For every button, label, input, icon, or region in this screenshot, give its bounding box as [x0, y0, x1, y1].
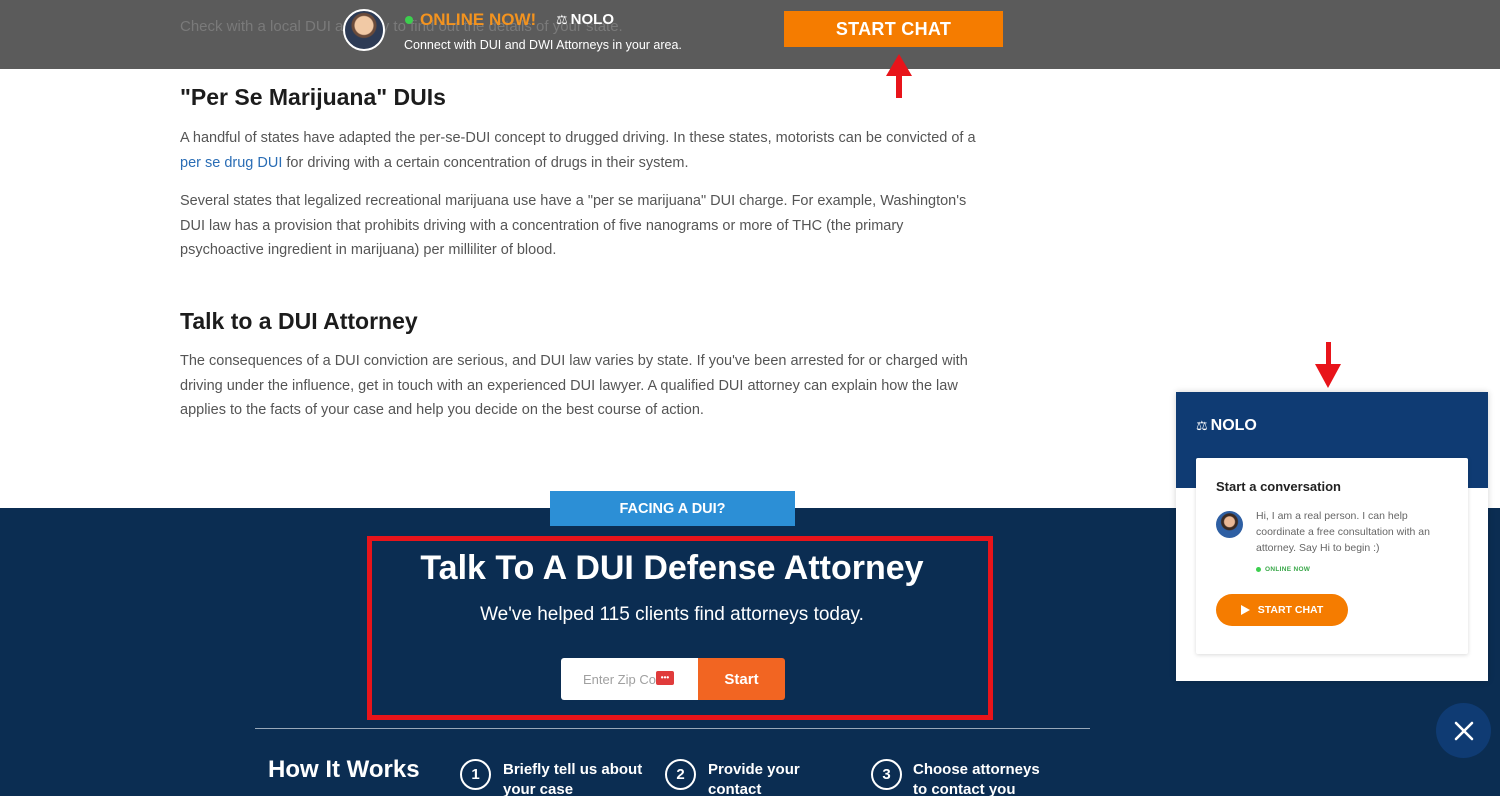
- agent-avatar-icon: [1216, 511, 1243, 538]
- step-text-3: Choose attorneys to contact you: [913, 761, 1040, 796]
- agent-message: Hi, I am a real person. I can help coord…: [1256, 510, 1430, 554]
- cta-subtitle: We've helped 115 clients find attorneys …: [480, 604, 864, 625]
- section-heading-per-se-marijuana: "Per Se Marijuana" DUIs: [180, 84, 446, 110]
- close-chat-button[interactable]: [1436, 703, 1491, 758]
- paragraph-washington-law: Several states that legalized recreation…: [180, 193, 967, 258]
- cta-title: Talk To A DUI Defense Attorney: [420, 549, 924, 587]
- chat-nolo-logo: ⚖ NOLO: [1196, 417, 1257, 435]
- chat-widget: ⚖ NOLO Start a conversation Hi, I am a re…: [1176, 392, 1488, 681]
- section-heading-talk-to-attorney: Talk to a DUI Attorney: [180, 308, 418, 334]
- section-divider: [255, 728, 1090, 729]
- nolo-brand-text: NOLO: [570, 11, 614, 28]
- zip-code-input[interactable]: [561, 658, 698, 700]
- step-number-3: 3: [871, 759, 902, 790]
- chat-conversation-card: Start a conversation Hi, I am a real per…: [1196, 458, 1468, 654]
- autofill-badge-icon: •••: [656, 671, 674, 685]
- paragraph-text: A handful of states have adapted the per…: [180, 130, 976, 146]
- start-chat-button[interactable]: START CHAT: [784, 11, 1003, 47]
- arrow-down-annotation-shaft: [1326, 342, 1331, 366]
- agent-online-status: ONLINE NOW: [1256, 566, 1310, 573]
- attorney-avatar-icon: [343, 9, 385, 51]
- send-icon: [1240, 605, 1250, 615]
- chat-card-title: Start a conversation: [1216, 479, 1341, 494]
- paragraph-per-se-intro: A handful of states have adapted the per…: [180, 126, 980, 175]
- close-icon: [1454, 721, 1473, 740]
- sticky-chat-bar: Check with a local DUI attorney to find …: [0, 0, 1500, 69]
- scale-icon: ⚖: [1196, 418, 1208, 433]
- arrow-up-annotation-icon: [886, 54, 912, 76]
- step-text-2: Provide your contact: [708, 761, 800, 796]
- step-text-1: Briefly tell us about your case: [503, 761, 643, 796]
- connect-tagline: Connect with DUI and DWI Attorneys in yo…: [404, 38, 682, 52]
- scale-icon: ⚖: [556, 12, 568, 27]
- arrow-up-annotation-shaft: [896, 74, 902, 98]
- paragraph-text: for driving with a certain concentration…: [282, 154, 689, 171]
- widget-start-chat-label: START CHAT: [1257, 604, 1324, 616]
- widget-start-chat-button[interactable]: START CHAT: [1216, 594, 1348, 626]
- step-number-1: 1: [460, 759, 491, 790]
- online-now-label: ONLINE NOW!: [420, 10, 537, 29]
- per-se-drug-dui-link[interactable]: per se drug DUI: [180, 155, 282, 171]
- nolo-logo: ⚖ NOLO: [556, 11, 614, 28]
- arrow-down-annotation-icon: [1315, 364, 1341, 388]
- paragraph-consequences: The consequences of a DUI conviction are…: [180, 353, 968, 418]
- how-it-works-title: How It Works: [268, 756, 420, 783]
- facing-dui-tab: FACING A DUI?: [550, 491, 795, 526]
- online-dot-icon: [1256, 566, 1261, 572]
- online-status-text: ONLINE NOW: [1265, 566, 1311, 573]
- online-status-dot-icon: [405, 16, 413, 24]
- zip-start-button[interactable]: Start: [698, 658, 785, 700]
- step-number-2: 2: [665, 759, 696, 790]
- chat-brand-text: NOLO: [1210, 417, 1257, 434]
